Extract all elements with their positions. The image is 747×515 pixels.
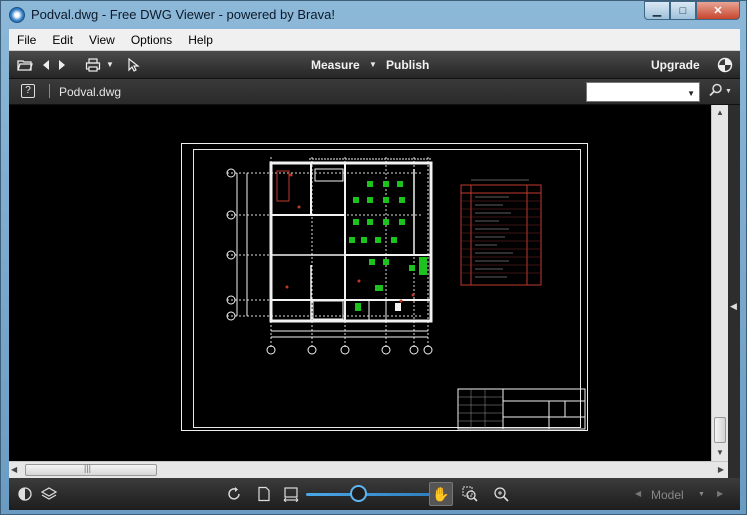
title-block	[457, 388, 586, 430]
floor-plan-drawing	[226, 157, 586, 430]
app-window: Podval.dwg - Free DWG Viewer - powered b…	[0, 0, 747, 515]
search-options-icon[interactable]: ▼	[725, 88, 732, 95]
horizontal-scroll-thumb[interactable]: |||	[25, 463, 157, 476]
scroll-down-icon[interactable]: ▼	[712, 445, 728, 461]
close-button[interactable]: ✕	[696, 1, 740, 20]
scroll-right-icon[interactable]: ▶	[718, 465, 724, 474]
vertical-scroll-thumb[interactable]	[714, 417, 726, 443]
zoom-slider-thumb[interactable]	[350, 485, 368, 502]
main-toolbar: ▼ Measure ▼ Publish Upgrade	[9, 51, 740, 79]
zoom-slider-track[interactable]	[306, 493, 430, 496]
measure-dropdown-icon[interactable]: ▼	[369, 60, 377, 69]
status-bar: ✋ ◀ Model ▼ ▶	[9, 478, 740, 510]
app-icon	[9, 7, 25, 23]
side-panel-toggle[interactable]: ◀	[728, 105, 740, 461]
contrast-icon[interactable]	[17, 486, 33, 502]
layers-icon[interactable]	[40, 486, 58, 502]
folder-open-icon[interactable]	[17, 57, 33, 73]
document-tab[interactable]: Podval.dwg	[59, 85, 121, 99]
zoom-extents-icon[interactable]	[493, 486, 509, 502]
menu-help[interactable]: Help	[180, 33, 221, 47]
scroll-corner	[728, 461, 740, 478]
model-dropdown-icon[interactable]: ▼	[698, 491, 705, 498]
room-schedule-table	[460, 179, 542, 286]
select-cursor-icon[interactable]	[125, 57, 141, 73]
title-bar[interactable]: Podval.dwg - Free DWG Viewer - powered b…	[1, 1, 746, 29]
document-bar: ? Podval.dwg ▼ ▼	[9, 79, 740, 105]
window-title: Podval.dwg - Free DWG Viewer - powered b…	[31, 7, 335, 22]
horizontal-scrollbar[interactable]: ◀ ||| ▶	[9, 461, 728, 478]
search-input[interactable]: ▼	[586, 82, 700, 102]
print-icon[interactable]	[85, 57, 101, 73]
menu-bar: File Edit View Options Help	[9, 29, 740, 51]
upgrade-button[interactable]: Upgrade	[651, 58, 700, 72]
search-dropdown-icon[interactable]: ▼	[687, 89, 695, 98]
brava-logo-icon[interactable]	[717, 57, 733, 73]
menu-view[interactable]: View	[81, 33, 123, 47]
minimize-button[interactable]: ▁	[644, 1, 670, 20]
zoom-window-icon[interactable]	[462, 486, 478, 502]
previous-layout-icon[interactable]: ◀	[635, 489, 641, 498]
pan-hand-icon[interactable]: ✋	[429, 482, 453, 506]
divider	[49, 84, 50, 98]
menu-edit[interactable]: Edit	[44, 33, 81, 47]
vertical-scrollbar[interactable]: ▲ ▼	[711, 105, 728, 461]
window-controls: ▁ □ ✕	[644, 1, 740, 21]
search-icon[interactable]	[709, 83, 723, 100]
scroll-left-icon[interactable]: ◀	[11, 465, 17, 474]
fit-width-icon[interactable]	[283, 486, 299, 503]
model-layout-select[interactable]: Model	[651, 488, 684, 502]
print-dropdown-icon[interactable]: ▼	[106, 60, 114, 69]
publish-button[interactable]: Publish	[386, 58, 429, 72]
measure-button[interactable]: Measure	[311, 58, 360, 72]
menu-options[interactable]: Options	[123, 33, 180, 47]
maximize-button[interactable]: □	[670, 1, 696, 20]
panel-expand-icon[interactable]: ◀	[730, 301, 737, 312]
drawing-canvas[interactable]	[9, 105, 711, 461]
page-icon[interactable]	[256, 486, 272, 502]
grip-icon: |||	[84, 463, 92, 473]
menu-file[interactable]: File	[9, 33, 44, 47]
scroll-up-icon[interactable]: ▲	[712, 105, 728, 121]
forward-arrow-icon[interactable]	[53, 57, 69, 73]
help-icon[interactable]: ?	[21, 84, 35, 98]
next-layout-icon[interactable]: ▶	[717, 489, 723, 498]
rotate-icon[interactable]	[227, 486, 243, 502]
